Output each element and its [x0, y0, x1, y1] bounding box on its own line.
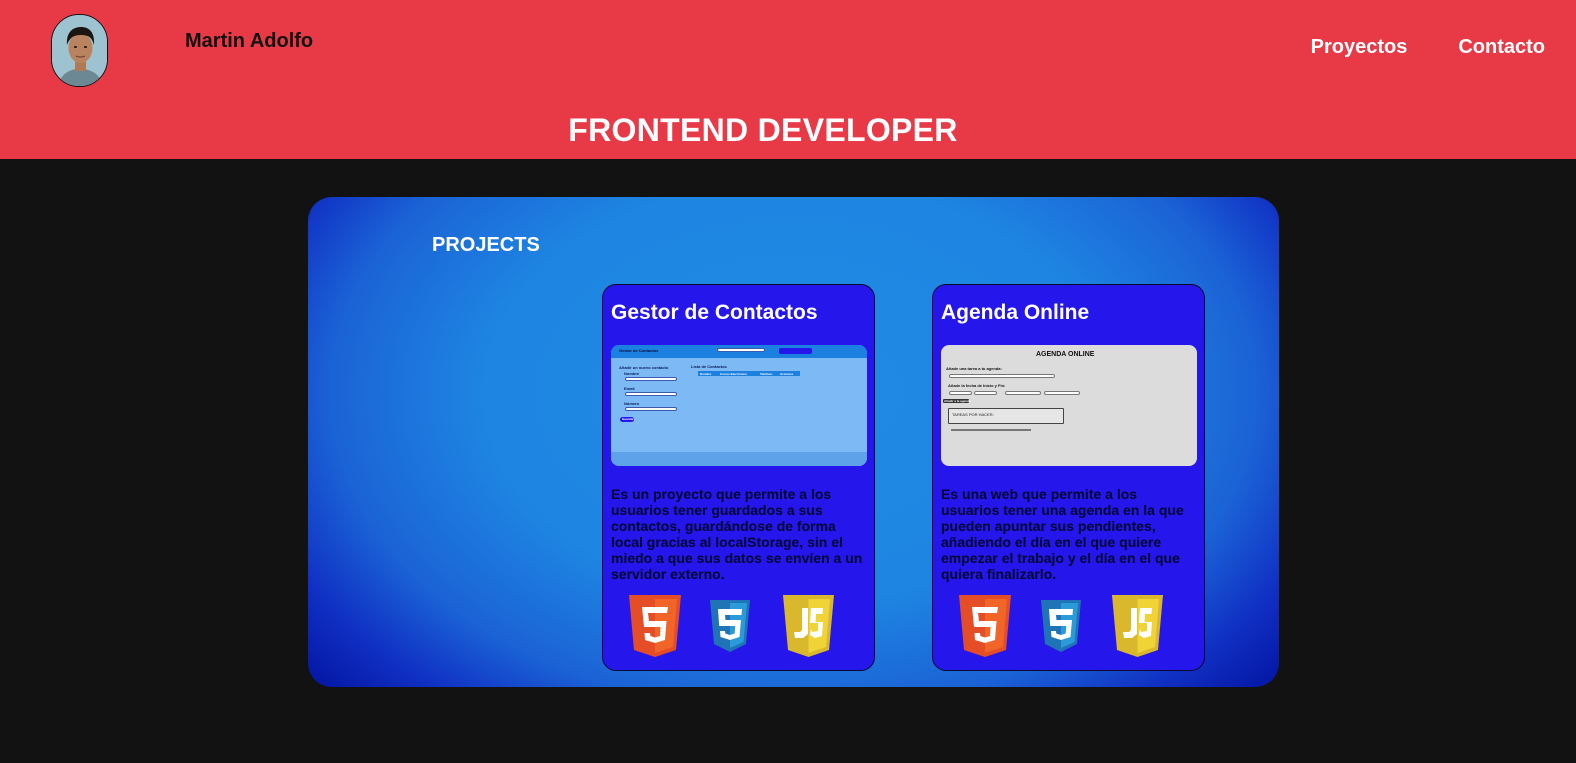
brand-name: Martin Adolfo: [185, 30, 314, 52]
preview-field-label: Email: [624, 386, 635, 391]
preview-header: AGENDA ONLINE: [1036, 351, 1095, 358]
hero-title: FRONTEND DEVELOPER: [568, 112, 958, 148]
project-description: Es una web que permite a los usuarios te…: [941, 486, 1184, 582]
nav-link-contacto[interactable]: Contacto: [1458, 36, 1545, 59]
preview-date-input: [949, 391, 972, 395]
project-description: Es un proyecto que permite a los usuario…: [611, 486, 863, 582]
js-icon: [1112, 595, 1163, 657]
avatar: [51, 14, 108, 87]
project-screenshot[interactable]: Gestor de Contactos Añadir un nuevo cont…: [611, 345, 867, 466]
preview-add-button: Añadir a la agenda: [943, 399, 971, 403]
preview-footer-text: [951, 429, 1031, 431]
preview-field-label: Nombre: [624, 371, 640, 376]
preview-header-bar: Gestor de Contactos: [611, 345, 867, 358]
projects-section: PROJECTS Gestor de Contactos Gestor de C…: [308, 197, 1279, 687]
project-screenshot[interactable]: AGENDA ONLINE Añade una tarea a tu agend…: [941, 345, 1197, 466]
preview-todo-box: TAREAS POR HACER:: [948, 408, 1064, 424]
preview-field: [625, 407, 677, 411]
preview-list-title: Lista de Contactos: [691, 364, 727, 369]
preview-field: [625, 392, 677, 396]
site-header: Martin Adolfo Proyectos Contacto FRONTEN…: [0, 0, 1576, 159]
preview-header: Gestor de Contactos: [619, 348, 659, 353]
css3-icon: [1041, 600, 1081, 652]
project-title: Agenda Online: [941, 301, 1090, 324]
project-card-contactos[interactable]: Gestor de Contactos Gestor de Contactos …: [602, 284, 875, 671]
preview-save-button: Guardar: [620, 417, 634, 422]
preview-time-input: [1044, 391, 1080, 395]
nav-link-proyectos[interactable]: Proyectos: [1311, 36, 1408, 59]
preview-footer: [611, 452, 867, 466]
preview-label: Añade la fecha de Inicio y Fin:: [948, 383, 1006, 388]
preview-task-input: [949, 374, 1055, 378]
projects-title: PROJECTS: [432, 234, 540, 256]
preview-search-input: [717, 348, 765, 352]
preview-header-button: [779, 348, 812, 354]
preview-label: Añade una tarea a tu agenda:: [946, 366, 1002, 371]
main-nav: Proyectos Contacto: [1311, 36, 1545, 59]
preview-add-title: Añadir un nuevo contacto: [619, 365, 669, 370]
preview-time-input: [1005, 391, 1041, 395]
preview-field-label: Número: [624, 401, 640, 406]
html5-icon: [629, 595, 681, 657]
project-title: Gestor de Contactos: [611, 301, 818, 324]
html5-icon: [959, 595, 1011, 657]
css3-icon: [710, 600, 750, 652]
preview-table-header: Nombre Correo Electrónico Teléfono Accio…: [698, 371, 800, 376]
project-card-agenda[interactable]: Agenda Online AGENDA ONLINE Añade una ta…: [932, 284, 1205, 671]
js-icon: [783, 595, 834, 657]
preview-date-input: [974, 391, 997, 395]
preview-field: [625, 377, 677, 381]
